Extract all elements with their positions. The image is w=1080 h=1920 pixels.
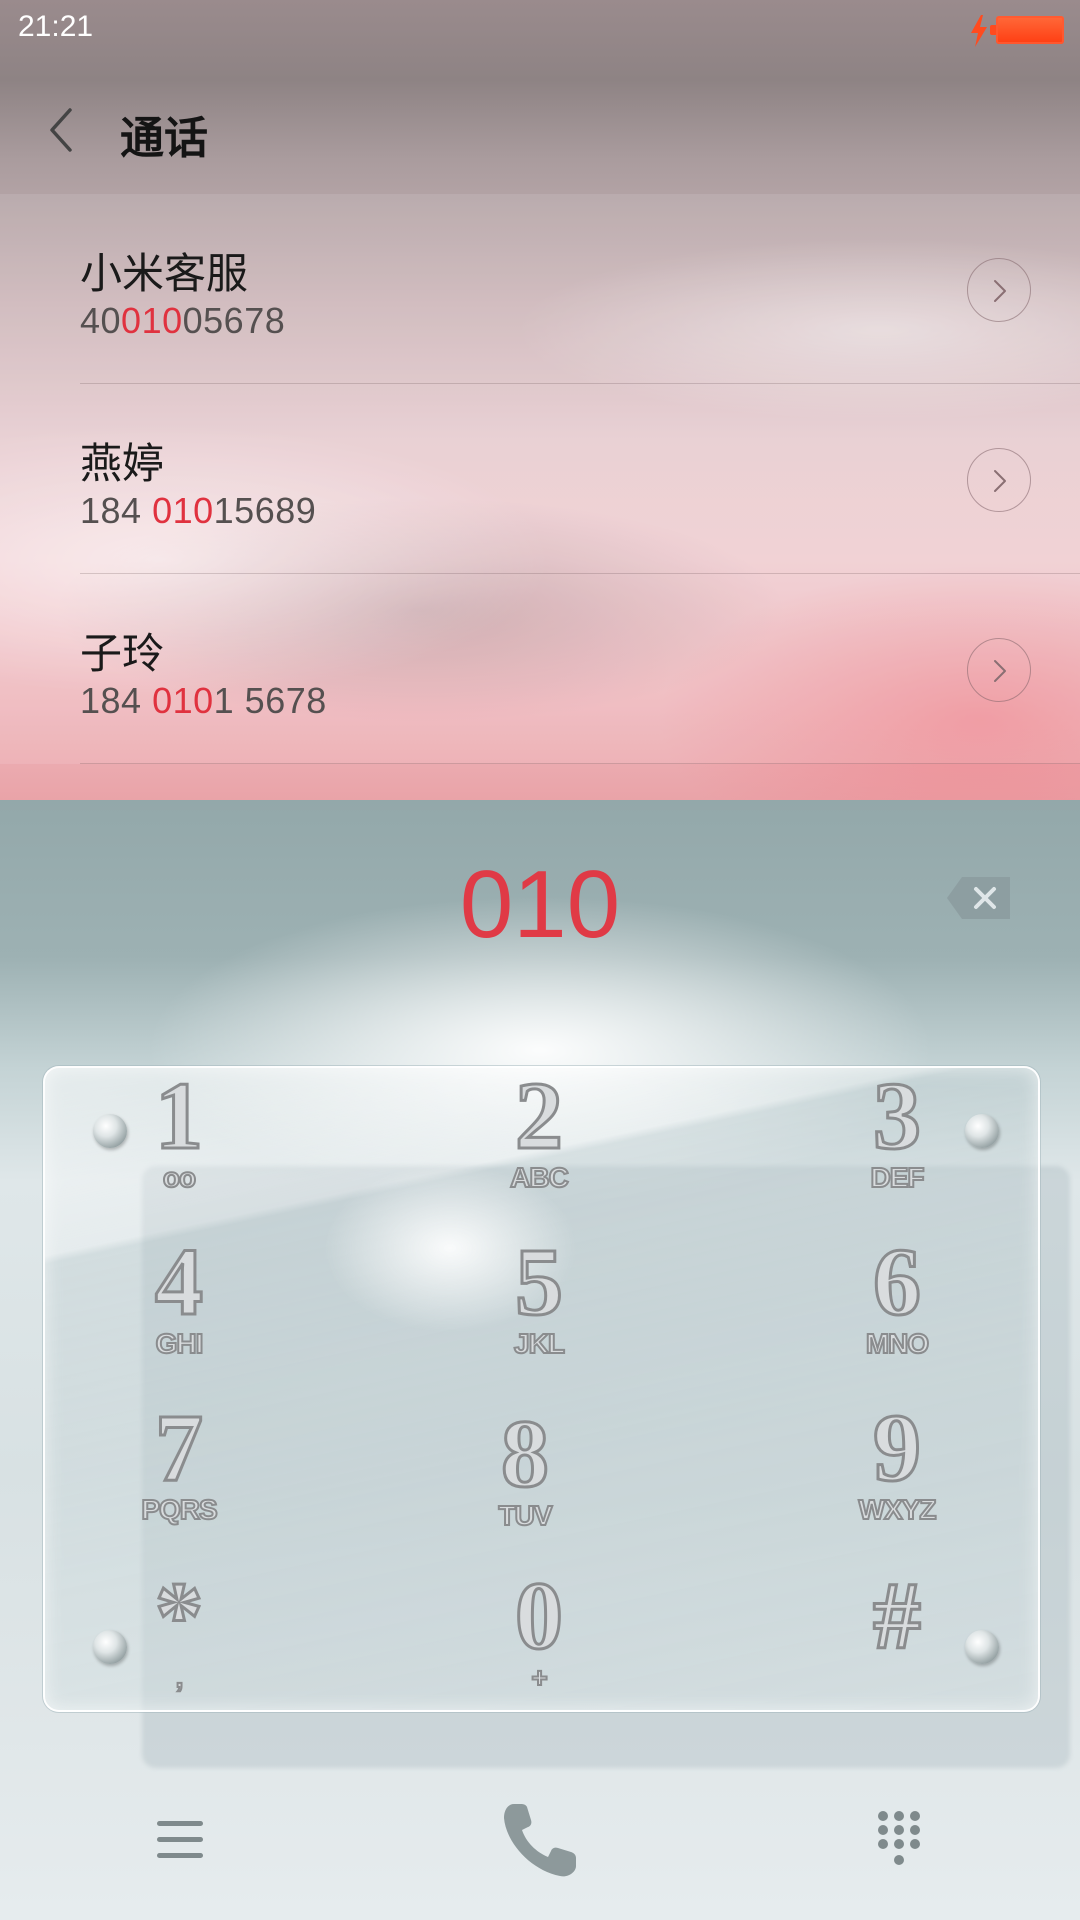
key-letters: TUV xyxy=(498,1500,554,1531)
number-suffix: 1 5678 xyxy=(213,680,327,721)
contact-detail-button[interactable] xyxy=(967,638,1031,702)
key-0[interactable]: 0 + xyxy=(439,1562,639,1718)
contact-list: 小米客服 4001005678 燕婷 184 01015689 子玲 184 0… xyxy=(0,194,1080,764)
contact-results-area: 21:21 通话 小米客服 4001005678 燕婷 184 01015689 xyxy=(0,0,1080,800)
contact-name: 小米客服 xyxy=(80,249,249,298)
key-digit: 7 xyxy=(154,1394,205,1501)
key-letters: GHI xyxy=(155,1328,205,1359)
number-match: 010 xyxy=(121,300,183,341)
chevron-right-icon xyxy=(994,660,1006,682)
key-digit: 1 xyxy=(154,1062,205,1169)
number-prefix: 184 xyxy=(80,680,153,721)
key-9[interactable]: 9 WXYZ xyxy=(797,1394,997,1550)
key-letters: ABC xyxy=(509,1162,570,1193)
key-letters: WXYZ xyxy=(858,1494,938,1525)
key-letters: PQRS xyxy=(140,1494,218,1525)
contact-number: 4001005678 xyxy=(80,300,285,342)
dialer-area: 010 1 oo 2 ABC 3 DEF 4 GHI 5 JKL 6 MNO 7… xyxy=(0,800,1080,1920)
dialpad-icon[interactable] xyxy=(875,1808,923,1872)
contact-row[interactable]: 小米客服 4001005678 xyxy=(0,194,1080,384)
contact-name: 燕婷 xyxy=(80,439,165,488)
back-icon[interactable] xyxy=(38,102,84,158)
contact-row[interactable]: 燕婷 184 01015689 xyxy=(0,384,1080,574)
number-prefix: 184 xyxy=(80,490,153,531)
key-digit: 2 xyxy=(514,1062,565,1169)
status-bar: 21:21 xyxy=(0,0,1080,62)
key-digit: 6 xyxy=(872,1228,923,1335)
status-time: 21:21 xyxy=(18,10,94,43)
number-prefix: 40 xyxy=(80,300,122,341)
backspace-icon[interactable] xyxy=(946,875,1012,921)
key-digit: 9 xyxy=(872,1394,923,1501)
charging-icon xyxy=(971,15,987,47)
keypad-panel: 1 oo 2 ABC 3 DEF 4 GHI 5 JKL 6 MNO 7 PQR… xyxy=(43,1066,1040,1712)
key-3[interactable]: 3 DEF xyxy=(797,1062,997,1218)
key-6[interactable]: 6 MNO xyxy=(797,1228,997,1384)
chevron-right-icon xyxy=(994,470,1006,492)
key-7[interactable]: 7 PQRS xyxy=(79,1394,279,1550)
key-digit: # xyxy=(872,1562,923,1669)
bottom-action-bar xyxy=(0,1800,1080,1920)
contact-number: 184 01015689 xyxy=(80,490,316,532)
key-8[interactable]: 8 TUV xyxy=(425,1400,625,1556)
phone-icon[interactable] xyxy=(500,1800,580,1880)
key-digit: 4 xyxy=(154,1228,205,1335)
contact-detail-button[interactable] xyxy=(967,258,1031,322)
number-suffix: 15689 xyxy=(213,490,317,531)
number-match: 010 xyxy=(152,490,214,531)
key-1[interactable]: 1 oo xyxy=(79,1062,279,1218)
header: 通话 xyxy=(0,62,1080,194)
contact-name: 子玲 xyxy=(80,629,165,678)
key-digit: 8 xyxy=(500,1400,551,1507)
key-letters: , xyxy=(175,1662,185,1693)
key-star[interactable]: * , xyxy=(79,1562,279,1718)
contact-detail-button[interactable] xyxy=(967,448,1031,512)
key-hash[interactable]: # xyxy=(797,1562,997,1718)
key-digit: 3 xyxy=(872,1062,923,1169)
key-letters: oo xyxy=(162,1162,197,1193)
number-match: 010 xyxy=(152,680,214,721)
battery-icon xyxy=(996,16,1064,44)
key-digit: 0 xyxy=(514,1562,565,1669)
key-letters: + xyxy=(530,1662,548,1693)
menu-icon[interactable] xyxy=(155,1815,205,1865)
number-suffix: 05678 xyxy=(182,300,286,341)
key-letters: DEF xyxy=(870,1162,926,1193)
contact-row[interactable]: 子玲 184 0101 5678 xyxy=(0,574,1080,764)
key-letters: JKL xyxy=(513,1328,566,1359)
key-digit: * xyxy=(154,1562,205,1669)
key-5[interactable]: 5 JKL xyxy=(439,1228,639,1384)
chevron-right-icon xyxy=(994,280,1006,302)
key-2[interactable]: 2 ABC xyxy=(439,1062,639,1218)
key-letters: MNO xyxy=(865,1328,930,1359)
key-4[interactable]: 4 GHI xyxy=(79,1228,279,1384)
dialed-number: 010 xyxy=(459,851,621,958)
contact-number: 184 0101 5678 xyxy=(80,680,327,722)
key-digit: 5 xyxy=(514,1228,565,1335)
page-title: 通话 xyxy=(120,113,208,164)
